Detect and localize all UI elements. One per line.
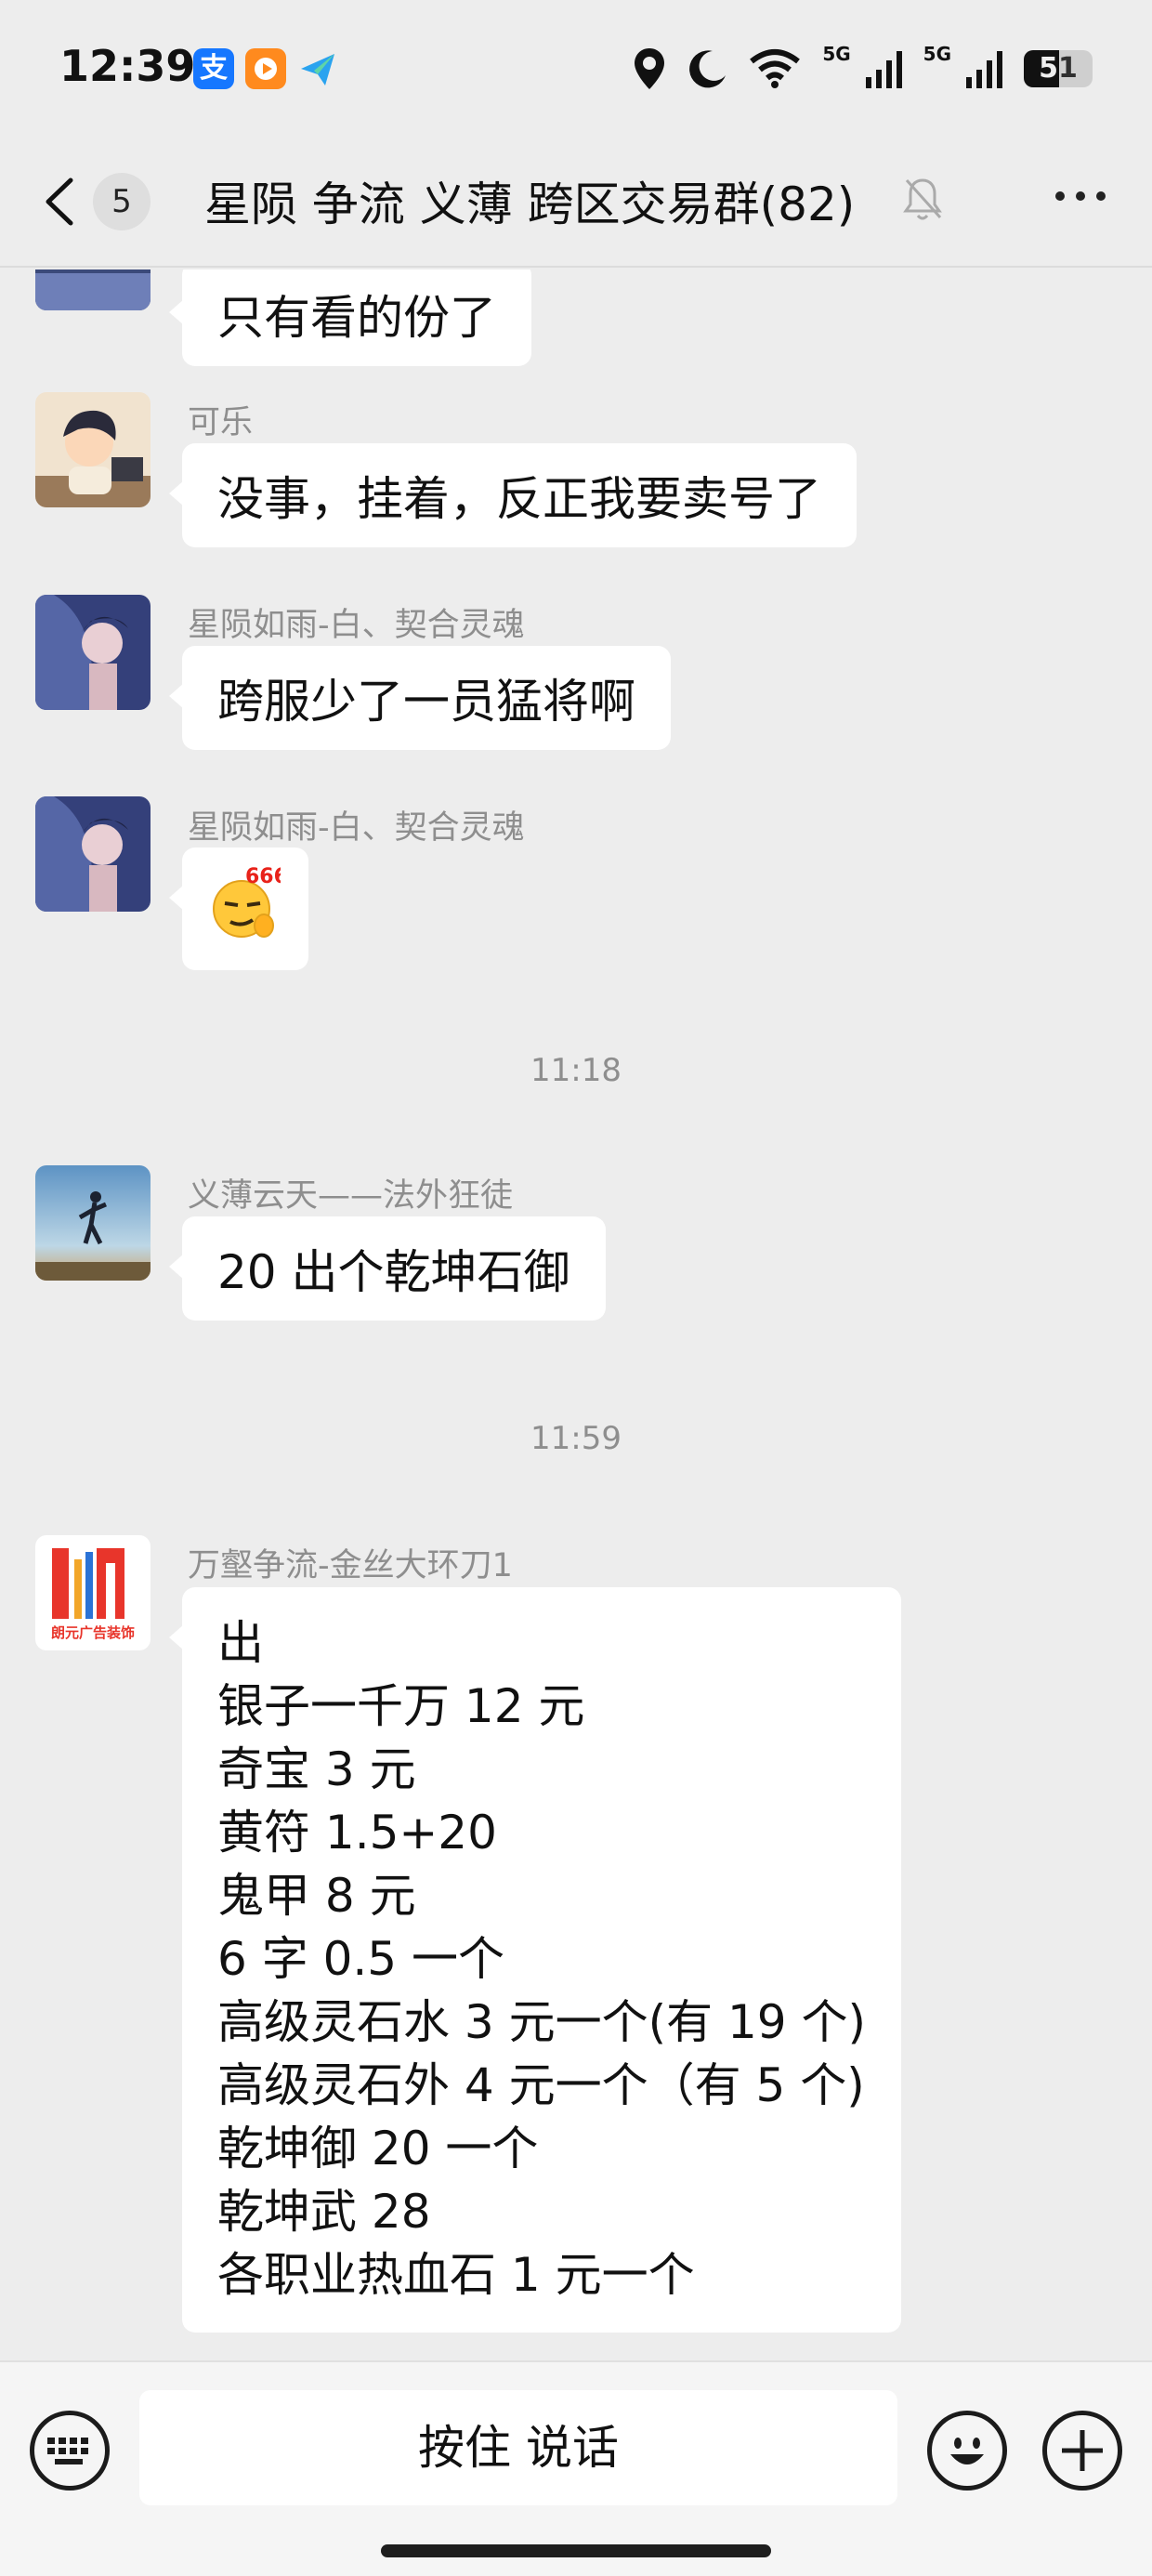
- sender-name: 可乐: [188, 404, 254, 441]
- status-icons: 5G 5G 51: [633, 41, 1093, 97]
- message-bubble[interactable]: 跨服少了一员猛将啊: [169, 646, 671, 750]
- message-line: 出: [217, 1616, 264, 1670]
- unread-count-badge: 5: [93, 173, 151, 230]
- back-button[interactable]: 5: [41, 169, 162, 234]
- message-bubble[interactable]: 没事，挂着，反正我要卖号了: [169, 443, 857, 547]
- avatar[interactable]: [35, 595, 151, 710]
- wifi-icon: [750, 49, 801, 88]
- message-line: 银子一千万 12 元: [217, 1679, 585, 1733]
- hold-to-talk-button[interactable]: 按住 说话: [139, 2390, 897, 2505]
- message-bubble[interactable]: 20 出个乾坤石御: [169, 1216, 606, 1321]
- avatar-logo-text: 朗元广告装饰: [51, 1624, 135, 1641]
- battery-level: 51: [1039, 52, 1078, 85]
- avatar[interactable]: [35, 796, 151, 912]
- message-bubble[interactable]: 出 银子一千万 12 元 奇宝 3 元 黄符 1.5+20 鬼甲 8 元 6 字…: [168, 1587, 902, 2333]
- dot-icon: [1096, 191, 1106, 201]
- sender-name: 星陨如雨-白、契合灵魂: [188, 607, 525, 644]
- emoji-button[interactable]: [927, 2411, 1007, 2491]
- avatar[interactable]: [35, 1165, 151, 1281]
- message-line: 高级灵石水 3 元一个(有 19 个): [217, 1995, 867, 2049]
- mute-bell-icon: [903, 178, 942, 220]
- network-label: 5G: [822, 43, 851, 65]
- sticker-text: 666: [245, 865, 281, 888]
- dot-icon: [1055, 191, 1065, 201]
- network-label: 5G: [923, 43, 951, 65]
- home-indicator[interactable]: [381, 2544, 771, 2557]
- emoji-icon: [950, 2438, 984, 2464]
- keyboard-toggle-button[interactable]: [30, 2411, 110, 2491]
- emoji-666-sticker[interactable]: 666: [210, 864, 288, 942]
- message-bubble[interactable]: 只有看的份了: [169, 269, 531, 366]
- signal-5g-icon: [865, 51, 902, 88]
- video-app-icon: [245, 48, 286, 89]
- status-time: 12:39: [59, 41, 196, 91]
- input-bar: 按住 说话: [0, 2360, 1152, 2576]
- message-line: 奇宝 3 元: [217, 1742, 416, 1796]
- battery-icon: 51: [1024, 50, 1093, 87]
- chat-title: 星陨 争流 义薄 跨区交易群(82): [204, 177, 856, 231]
- message-line: 乾坤御 20 一个: [217, 2122, 539, 2175]
- avatar[interactable]: 朗元广告装饰: [35, 1535, 151, 1650]
- timestamp: 11:18: [530, 1052, 622, 1089]
- chevron-left-icon: [46, 177, 73, 226]
- message-line: 高级灵石外 4 元一个（有 5 个): [217, 2058, 865, 2112]
- sender-name: 义薄云天——法外狂徒: [188, 1177, 514, 1215]
- signal-5g-icon: [966, 51, 1002, 88]
- message-line: 乾坤武 28: [217, 2185, 431, 2239]
- more-functions-button[interactable]: [1042, 2411, 1122, 2491]
- avatar[interactable]: [35, 269, 151, 310]
- chat-message-list[interactable]: 只有看的份了 可乐 没事，挂着，反正我要卖号了 星陨如雨-白、契合灵魂 跨服少了…: [0, 269, 1152, 2360]
- avatar[interactable]: [35, 392, 151, 507]
- messenger-app-icon: [297, 48, 338, 89]
- message-line: 黄符 1.5+20: [217, 1806, 497, 1860]
- status-bar: 12:39 支 5G 5G 51: [0, 0, 1152, 130]
- message-line: 鬼甲 8 元: [217, 1869, 416, 1923]
- keyboard-icon: [47, 2438, 88, 2464]
- sender-name: 万壑争流-金丝大环刀1: [188, 1547, 513, 1584]
- moon-icon: [689, 50, 727, 88]
- chat-header: 5 星陨 争流 义薄 跨区交易群(82): [0, 130, 1152, 268]
- more-options-button[interactable]: [1055, 191, 1106, 201]
- sender-name: 星陨如雨-白、契合灵魂: [188, 809, 525, 847]
- alipay-icon: 支: [193, 48, 234, 89]
- message-line: 各职业热血石 1 元一个: [217, 2248, 695, 2302]
- location-icon: [635, 48, 665, 89]
- dot-icon: [1076, 191, 1085, 201]
- timestamp: 11:59: [530, 1420, 622, 1457]
- message-bubble[interactable]: 666: [169, 848, 308, 970]
- message-line: 6 字 0.5 一个: [217, 1932, 505, 1986]
